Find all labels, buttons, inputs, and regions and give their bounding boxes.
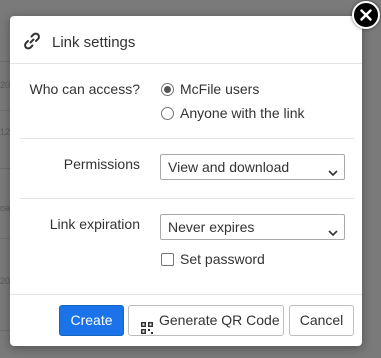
expiration-label: Link expiration bbox=[49, 216, 140, 232]
cancel-button[interactable]: Cancel bbox=[289, 305, 354, 336]
permissions-select[interactable]: View and download bbox=[160, 154, 345, 180]
generate-qr-code-button[interactable]: Generate QR Code bbox=[128, 305, 284, 336]
link-icon bbox=[22, 31, 42, 51]
link-settings-dialog: Link settings Who can access? McFile use… bbox=[10, 16, 362, 346]
access-label: Who can access? bbox=[29, 81, 141, 97]
dialog-footer: Create Generate QR Code Cancel bbox=[10, 294, 362, 346]
expiration-select-value: Never expires bbox=[168, 219, 255, 235]
qr-code-icon bbox=[141, 315, 153, 344]
background-text-fragment: oa bbox=[0, 203, 11, 213]
radio-mcfile-users-label[interactable]: McFile users bbox=[180, 81, 259, 97]
background-text-fragment: 12 bbox=[0, 127, 11, 137]
dialog-header: Link settings bbox=[10, 16, 362, 64]
generate-qr-code-label: Generate QR Code bbox=[159, 312, 280, 328]
radio-anyone-with-link[interactable] bbox=[161, 107, 174, 120]
set-password-checkbox[interactable] bbox=[161, 253, 174, 266]
dialog-title: Link settings bbox=[52, 34, 136, 51]
close-button[interactable] bbox=[352, 1, 380, 29]
set-password-label[interactable]: Set password bbox=[180, 251, 265, 267]
permissions-select-value: View and download bbox=[168, 159, 290, 175]
background-text-fragment: 20 bbox=[0, 276, 11, 286]
section-divider bbox=[20, 198, 354, 199]
radio-mcfile-users[interactable] bbox=[161, 83, 174, 96]
section-divider bbox=[20, 138, 354, 139]
chevron-down-icon bbox=[328, 224, 338, 240]
expiration-select[interactable]: Never expires bbox=[160, 214, 345, 240]
chevron-down-icon bbox=[328, 164, 338, 180]
create-button[interactable]: Create bbox=[59, 305, 124, 336]
background-text-fragment: 20 bbox=[0, 80, 11, 90]
permissions-label: Permissions bbox=[63, 156, 140, 172]
radio-anyone-with-link-label[interactable]: Anyone with the link bbox=[180, 105, 305, 121]
